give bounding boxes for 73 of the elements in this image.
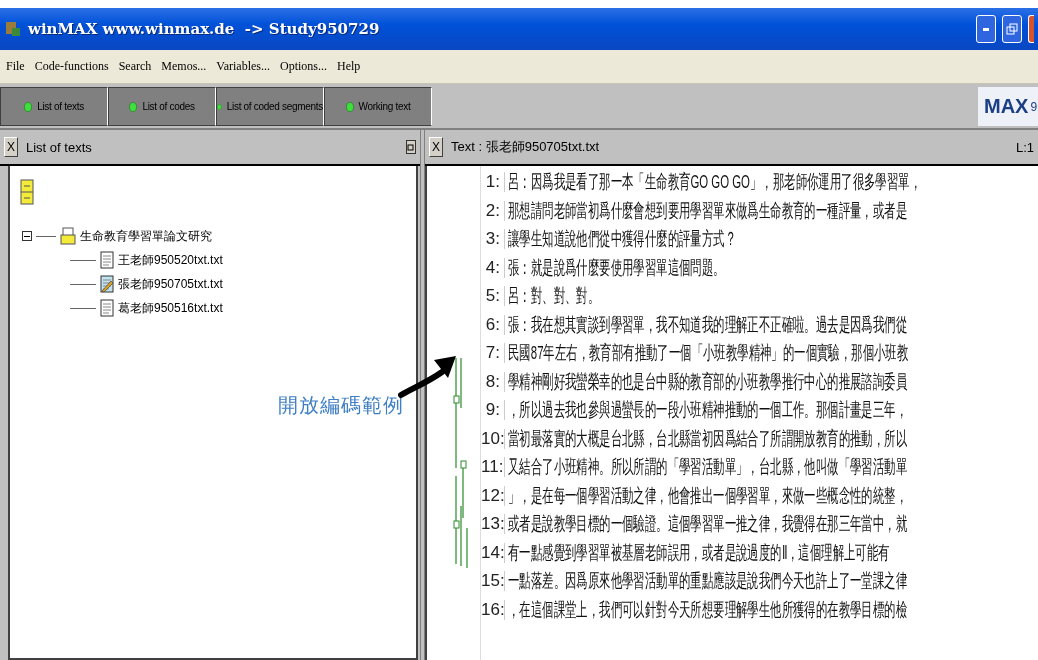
line-number: 8: [481, 371, 505, 392]
line-number: 13: [481, 514, 505, 535]
collapse-toggle[interactable] [22, 231, 32, 241]
close-button[interactable] [1028, 15, 1034, 43]
close-panel-button[interactable]: X [4, 137, 18, 157]
transcript-line: 那想請問老師當初爲什麼會想到要用學習單來做爲生命教育的一種評量，或者是 [508, 198, 907, 223]
app-icon [4, 20, 22, 38]
line-number: 7: [481, 343, 505, 364]
toolbar-tab[interactable]: List of coded segments [216, 87, 324, 126]
transcript-line: 呂：因爲我是看了那一本「生命教育GO GO GO」，那老師你運用了很多學習單， [508, 170, 921, 195]
line-number: 12: [481, 485, 505, 506]
line-position: L:1 [1015, 139, 1034, 155]
toolbar-tab[interactable]: List of texts [0, 87, 108, 126]
line-number: 2: [481, 200, 505, 221]
minus-icon [24, 235, 30, 237]
transcript-line: ，所以過去我也參與過蠻長的一段小班精神推動的一個工作。那個計畫是三年， [508, 398, 907, 423]
restore-button[interactable] [1002, 15, 1022, 43]
menu-item[interactable]: File [6, 59, 25, 74]
line-number: 11: [481, 457, 505, 478]
line-number: 5: [481, 286, 505, 307]
transcript-line: ，在這個課堂上，我們可以針對今天所想要理解學生他所獲得的在教學目標的檢 [508, 597, 907, 622]
transcript-line: 讓學生知道說他們從中獲得什麼的評量方式？ [508, 227, 736, 252]
transcript-line: 有一點感覺到學習單被基層老師誤用，或者是說過度的Ⅱ，這個理解上可能有 [508, 540, 890, 565]
panel-title: Text : 張老師950705txt.txt [451, 138, 601, 156]
transcript-line: 張：我在想其實談到學習單，我不知道我的理解正不正確啦。過去是因爲我們從 [508, 312, 907, 337]
menu-item[interactable]: Variables... [216, 59, 270, 74]
transcript-line: 民國87年左右，教育部有推動了一個「小班教學精神」的一個實驗，那個小班教 [508, 341, 909, 366]
close-panel-button[interactable]: X [429, 137, 443, 157]
transcript-line: 呂：對、對、對。 [508, 284, 600, 309]
document-icon [100, 299, 114, 317]
text-file-item[interactable]: 王老師950520txt.txt [118, 251, 223, 269]
line-number: 6: [481, 314, 505, 335]
menu-item[interactable]: Help [337, 59, 361, 74]
menu-item[interactable]: Code-functions [34, 59, 109, 74]
menu-item[interactable]: Memos... [161, 59, 207, 74]
line-number: 16: [481, 599, 505, 620]
edited-document-icon [100, 275, 114, 293]
toolbar-tab[interactable]: List of codes [108, 87, 216, 126]
line-number: 9: [481, 400, 505, 421]
window-title: winMAX www.winmax.de -> Study950729 [28, 20, 381, 38]
file-cabinet-icon [20, 179, 34, 205]
line-number: 4: [481, 257, 505, 278]
line-number: 14: [481, 542, 505, 563]
transcript-line: 」，是在每一個學習活動之律，他會推出一個學習單，來做一些概念性的統整， [508, 483, 907, 508]
project-icon [60, 227, 76, 245]
restore-icon[interactable] [406, 140, 416, 154]
toolbar-tab[interactable]: Working text [324, 87, 432, 126]
line-number: 10: [481, 428, 505, 449]
status-dot-icon [217, 101, 222, 112]
menu-item[interactable]: Options... [280, 59, 327, 74]
status-dot-icon [24, 101, 33, 112]
transcript-line: 又結合了小班精神。所以所謂的「學習活動單」，台北縣，他叫做「學習活動單 [508, 455, 907, 480]
annotation-label: 開放編碼範例 [278, 393, 404, 418]
transcript-line: 張：就是說爲什麼要使用學習單這個問題。 [508, 255, 725, 280]
minimize-icon [983, 27, 989, 31]
transcript-line: 當初最落實的大概是台北縣，台北縣當初因爲結合了所謂開放教育的推動，所以 [508, 426, 907, 451]
transcript-line: 或者是說教學目標的一個驗證。這個學習單一推之律，我覺得在那三年當中，就 [508, 512, 907, 537]
status-dot-icon [129, 101, 138, 112]
document-icon [100, 251, 114, 269]
restore-icon [1006, 23, 1018, 35]
line-number: 3: [481, 229, 505, 250]
menu-item[interactable]: Search [118, 59, 152, 74]
line-number: 15: [481, 571, 505, 592]
line-number: 1: [481, 172, 505, 193]
text-file-item[interactable]: 張老師950705txt.txt [118, 275, 223, 293]
transcript-line: 學精神剛好我蠻榮幸的也是台中縣的教育部的小班教學推行中心的推展諮詢委員 [508, 369, 907, 394]
text-file-item[interactable]: 葛老師950516txt.txt [118, 299, 223, 317]
status-dot-icon [345, 101, 354, 112]
app-logo: MAX 9 [978, 87, 1038, 126]
panel-title: List of texts [26, 139, 93, 155]
transcript-line: 一點落差。因爲原來他學習活動單的重點應該是說我們今天也許上了一堂課之律 [508, 569, 907, 594]
minimize-button[interactable] [976, 15, 996, 43]
project-label[interactable]: 生命教育學習單論文研究 [80, 227, 212, 245]
